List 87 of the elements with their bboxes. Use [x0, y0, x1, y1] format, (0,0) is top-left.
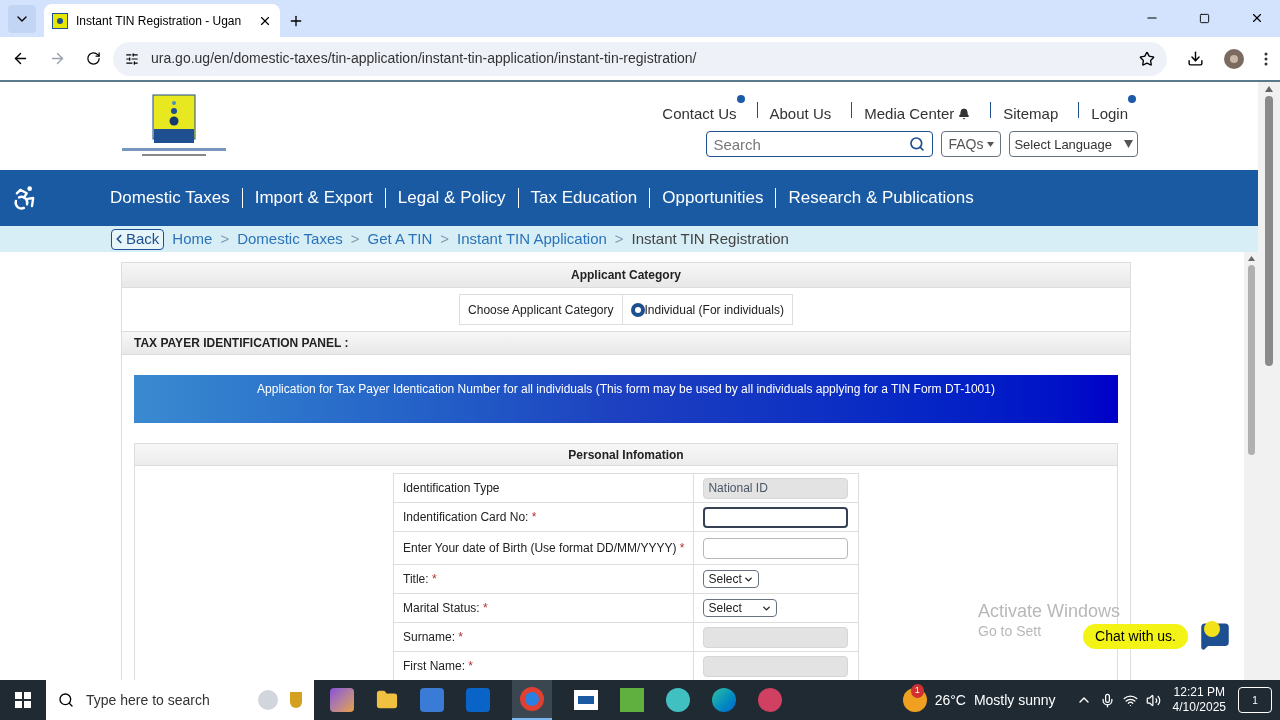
weather-text: Mostly sunny	[973, 690, 1056, 710]
window-app-icon[interactable]	[574, 690, 598, 710]
section-header: Personal Infomation	[135, 444, 1117, 466]
taskbar-search[interactable]: Type here to search	[46, 680, 314, 720]
form-banner: Application for Tax Payer Identication Number for all individuals (This form may be used by all individuals applying for a TIN Form DT-1001)	[134, 375, 1118, 423]
breadcrumb-link[interactable]: Instant TIN Application	[457, 227, 607, 251]
activation-watermark: Activate Windows	[978, 600, 1121, 623]
bookmark-star-icon[interactable]	[1139, 50, 1155, 67]
field-label: Indentification Card No: *	[393, 502, 694, 532]
tab-title: Instant TIN Registration - Ugan	[76, 12, 243, 30]
nav-link[interactable]: Research & Publications	[788, 185, 974, 211]
weather-badge: 1	[910, 684, 924, 698]
faqs-dropdown[interactable]: FAQs	[941, 131, 1002, 158]
input-field[interactable]	[703, 537, 849, 559]
new-tab-icon[interactable]	[288, 13, 304, 29]
field-label: Marital Status: *	[393, 593, 694, 623]
field-label: Identification Type	[393, 473, 694, 503]
nav-link[interactable]: Import & Export	[254, 185, 373, 211]
category-label: Choose Applicant Category	[460, 295, 623, 324]
clock-time: 12:21 PM	[1173, 685, 1225, 700]
section-header: Applicant Category	[122, 263, 1130, 288]
caret-icon	[987, 141, 995, 147]
breadcrumb-separator: >	[350, 228, 360, 249]
tab-list-icon[interactable]	[8, 5, 36, 33]
profile-avatar-icon[interactable]	[1224, 48, 1244, 69]
panel-header: TAX PAYER IDENTIFICATION PANEL :	[122, 331, 1130, 355]
top-link[interactable]: Login	[1091, 94, 1136, 126]
logo-icon	[52, 12, 68, 29]
restore-icon[interactable]	[1199, 12, 1210, 24]
field-label: Title: *	[393, 564, 694, 594]
menu-icon[interactable]	[1264, 51, 1268, 66]
category-radio[interactable]: Individual (For individuals)	[622, 295, 792, 324]
search-field[interactable]: Search	[706, 131, 934, 158]
select-dropdown[interactable]: Select	[703, 599, 778, 617]
breadcrumb-link[interactable]: Get A TIN	[367, 227, 433, 251]
field-label: Enter Your date of Birth (Use format DD/MM/YYYY) *	[393, 531, 694, 565]
site-settings-icon	[125, 51, 139, 66]
wifi-icon[interactable]	[1122, 692, 1138, 708]
reload-icon[interactable]	[86, 51, 101, 66]
forward-icon[interactable]	[49, 50, 66, 67]
app-icon[interactable]	[330, 688, 354, 712]
notifications-button[interactable]: 1	[1238, 687, 1272, 713]
microphone-icon[interactable]	[1099, 692, 1115, 708]
scrollbar-thumb[interactable]	[1265, 96, 1273, 366]
breadcrumb-separator: >	[220, 228, 230, 249]
activation-watermark: Go to Sett	[978, 622, 1042, 640]
folder-icon[interactable]	[376, 689, 398, 711]
url-text: ura.go.ug/en/domestic-taxes/tin-application/instant-tin-application/instant-tin-registration/	[151, 49, 697, 68]
search-icon[interactable]	[909, 136, 926, 153]
breadcrumb-separator: >	[440, 228, 450, 249]
volume-icon[interactable]	[1145, 692, 1161, 708]
app-icon[interactable]	[758, 688, 782, 712]
breadcrumb-link[interactable]: Instant TIN Registration	[631, 227, 789, 251]
input-field[interactable]	[703, 506, 849, 528]
nav-link[interactable]: Tax Education	[530, 185, 638, 211]
select-dropdown[interactable]: Select	[703, 570, 760, 588]
caret-icon	[1124, 140, 1133, 149]
back-button[interactable]: Back	[111, 228, 165, 250]
chat-button[interactable]: Chat with us.	[1083, 623, 1188, 649]
breadcrumb-link[interactable]: Home	[172, 227, 213, 251]
clock-date: 4/10/2025	[1172, 700, 1226, 715]
top-link[interactable]: Contact Us	[662, 94, 745, 126]
logo[interactable]	[120, 93, 228, 159]
temperature: 26°C	[934, 690, 966, 710]
language-dropdown[interactable]: Select Language	[1009, 131, 1138, 158]
scroll-up-icon[interactable]	[1265, 86, 1273, 92]
edge-icon[interactable]	[712, 688, 736, 712]
back-icon[interactable]	[12, 50, 29, 67]
close-window-icon[interactable]	[1250, 11, 1264, 25]
media-app-icon[interactable]	[666, 688, 690, 712]
bell-icon	[958, 108, 971, 120]
address-bar[interactable]: ura.go.ug/en/domestic-taxes/tin-application/instant-tin-application/instant-tin-registration/	[113, 41, 1167, 76]
top-link[interactable]: Sitemap	[1003, 94, 1067, 126]
download-icon[interactable]	[1187, 50, 1204, 67]
breadcrumb-separator: >	[614, 228, 624, 249]
browser-icon[interactable]	[512, 680, 552, 720]
nav-link[interactable]: Domestic Taxes	[110, 185, 230, 211]
browser-tab[interactable]: Instant TIN Registration - Ugan	[44, 4, 280, 37]
nav-link[interactable]: Legal & Policy	[397, 185, 506, 211]
top-link[interactable]: Media Center	[864, 94, 979, 126]
field-label: Surname: *	[393, 622, 694, 652]
nav-link[interactable]: Opportunities	[662, 185, 764, 211]
breadcrumb-link[interactable]: Domestic Taxes	[237, 227, 343, 251]
scroll-up-icon[interactable]	[1247, 256, 1255, 261]
scrollbar-thumb[interactable]	[1247, 265, 1255, 455]
top-link[interactable]: About Us	[769, 94, 840, 126]
search-icon	[58, 692, 74, 708]
